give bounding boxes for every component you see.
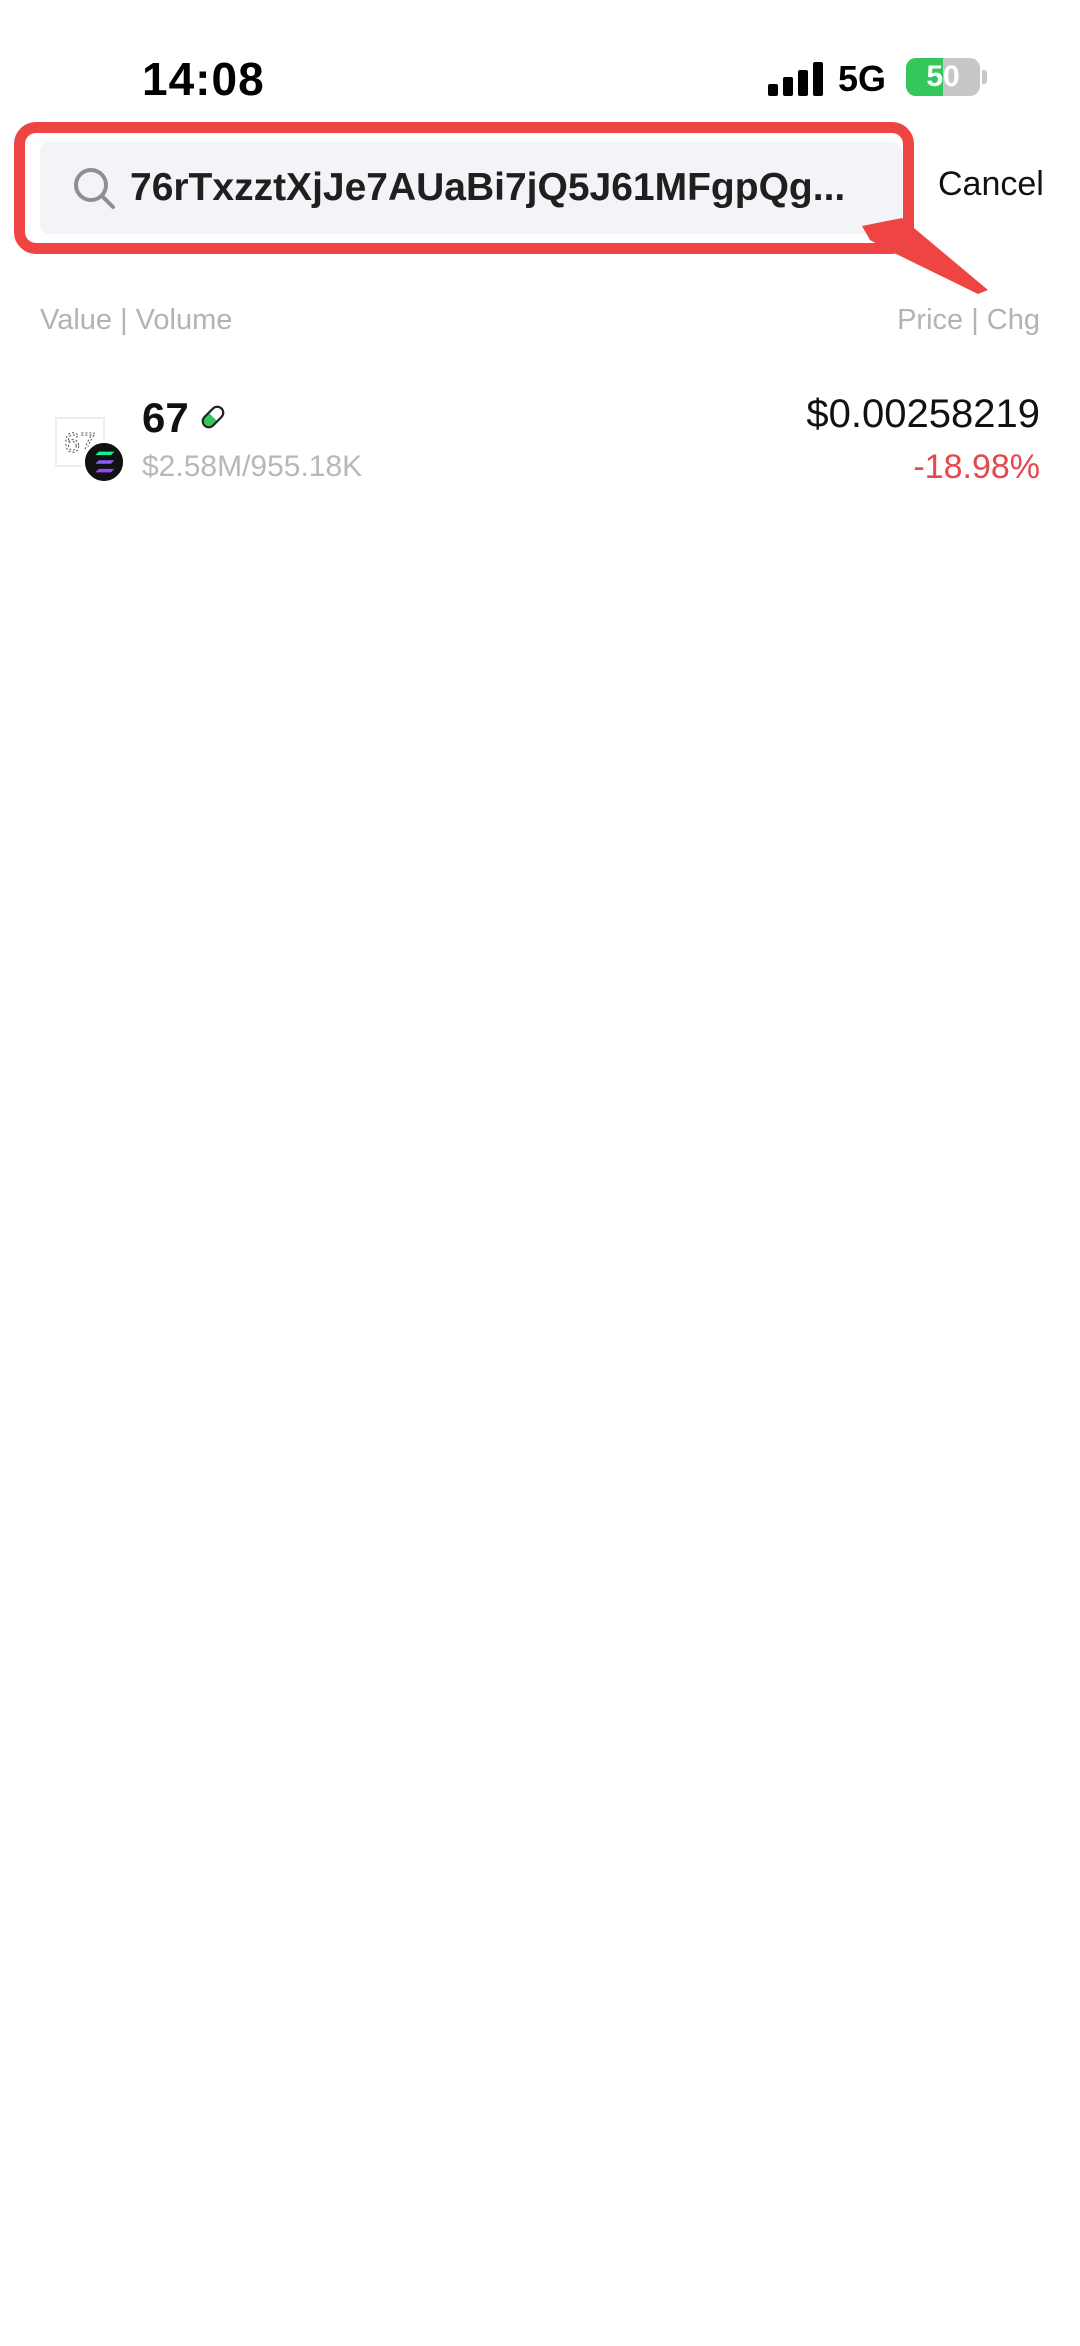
status-time: 14:08: [142, 53, 265, 105]
token-value-volume: $2.58M/955.18K: [142, 450, 363, 483]
battery-icon: 50: [906, 58, 980, 96]
network-type: 5G: [838, 58, 887, 99]
token-price: $0.00258219: [806, 392, 1040, 436]
battery-level: 50: [926, 60, 960, 93]
pill-icon: [201, 405, 225, 429]
column-header-price-change[interactable]: Price | Chg: [897, 304, 1040, 337]
solana-chain-icon: [82, 440, 126, 484]
annotation-pointer: [862, 218, 988, 294]
token-name: 67: [142, 394, 189, 441]
token-price-change: -18.98%: [913, 448, 1040, 486]
column-header-value-volume[interactable]: Value | Volume: [40, 304, 232, 337]
status-bar: 14:08 5G 50: [0, 0, 1080, 130]
search-highlight-box: [14, 122, 914, 254]
cancel-button[interactable]: Cancel: [938, 165, 1044, 204]
search-screen: 14:08 5G 50 76rTxzztXjJe7AUaBi7jQ5J61MFg…: [0, 0, 1080, 2346]
search-result-row[interactable]: 67 67 $2.58M/955.18K $0.00258219 -18.98%: [0, 370, 1080, 500]
cellular-signal-icon: [768, 62, 824, 96]
battery-nub: [982, 70, 987, 84]
